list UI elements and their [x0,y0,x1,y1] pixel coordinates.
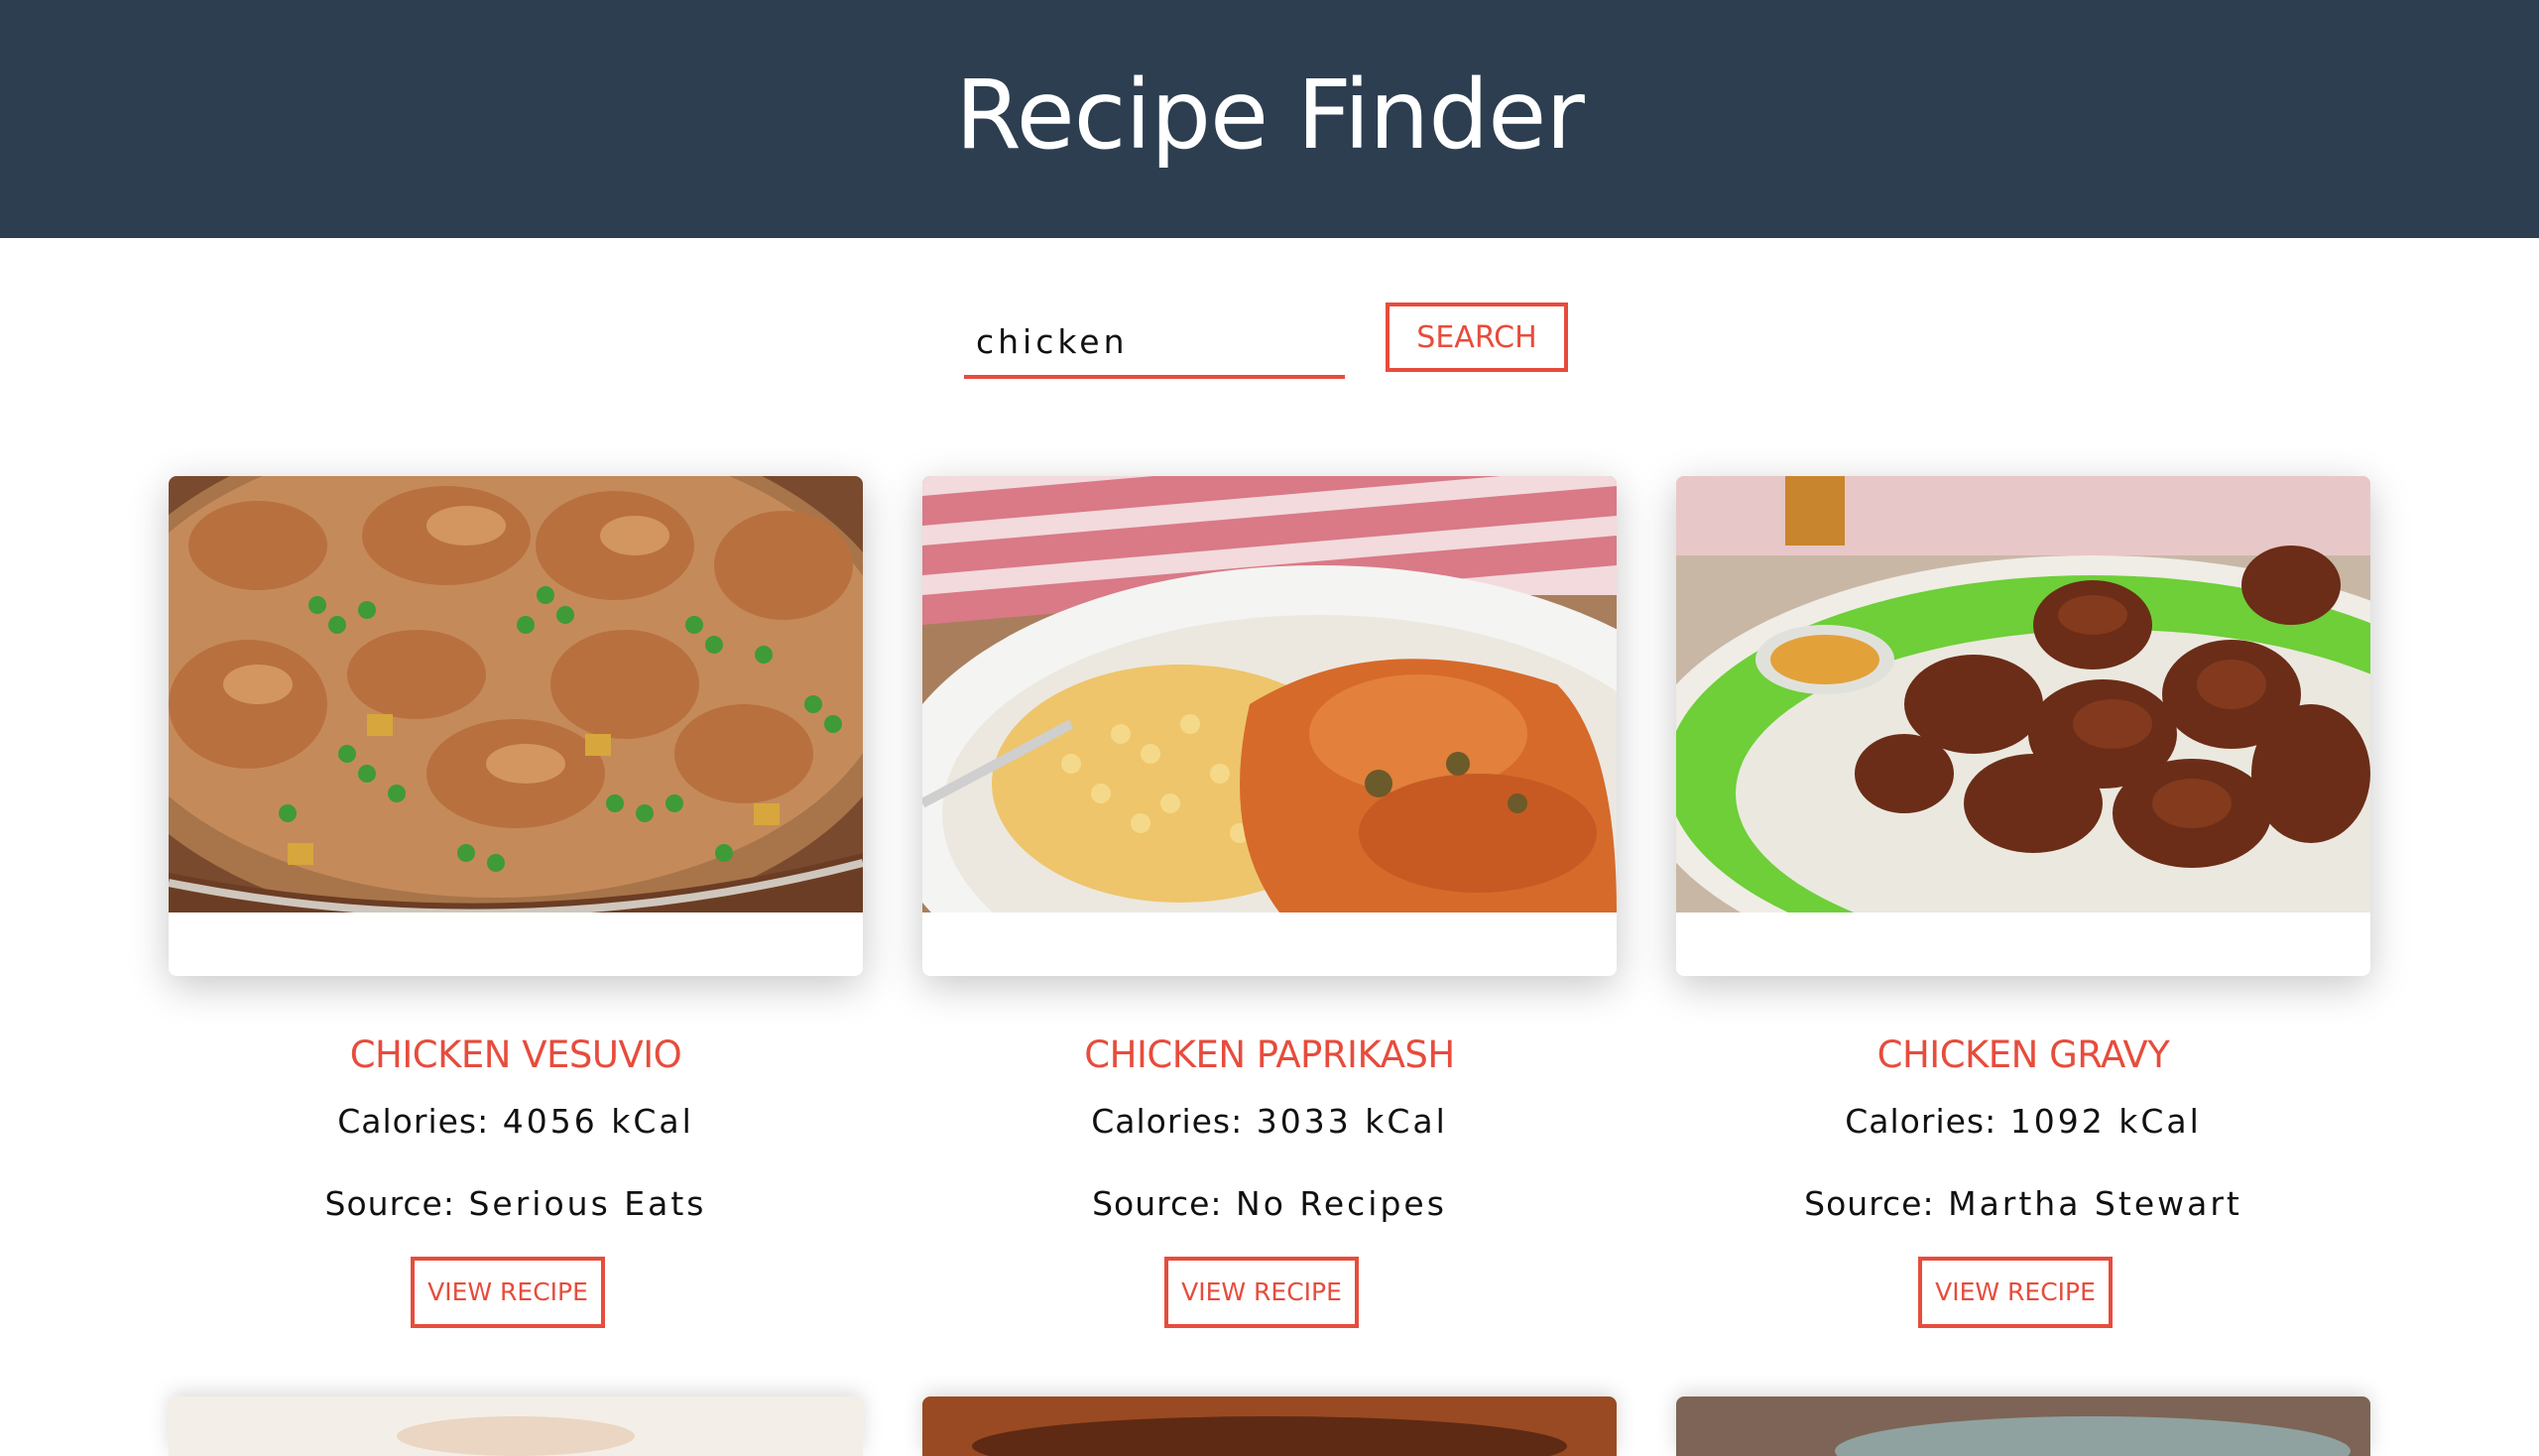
view-recipe-button[interactable]: VIEW RECIPE [1164,1257,1359,1328]
calories-value: 4056 kCal [502,1102,694,1141]
calories-value: 1092 kCal [2009,1102,2202,1141]
recipe-image [397,1416,635,1456]
calories-label: Calories: [1091,1102,1244,1141]
recipe-card-peek [169,1396,863,1456]
calories-label: Calories: [1845,1102,1997,1141]
source-value: Serious Eats [468,1184,707,1223]
recipe-card-media [169,476,863,976]
source-label: Source: [1804,1184,1935,1223]
recipe-image [922,476,1617,912]
recipe-card: CHICKEN GRAVY Calories: 1092 kCal Source… [1676,476,2370,1328]
recipe-card-peek [922,1396,1617,1456]
recipe-title: CHICKEN GRAVY [1876,1033,2170,1076]
calories-value: 3033 kCal [1256,1102,1448,1141]
search-bar: SEARCH [0,298,2539,387]
recipe-calories: Calories: 3033 kCal [922,1102,1617,1141]
app-header: Recipe Finder [0,0,2539,238]
source-label: Source: [1092,1184,1223,1223]
recipe-calories: Calories: 4056 kCal [169,1102,863,1141]
page-title: Recipe Finder [955,60,1585,171]
recipe-image [1835,1416,2351,1456]
recipe-source: Source: Martha Stewart [1676,1184,2370,1223]
view-recipe-button[interactable]: VIEW RECIPE [1918,1257,2113,1328]
recipe-image [169,476,863,912]
recipe-card: CHICKEN PAPRIKASH Calories: 3033 kCal So… [922,476,1617,1328]
recipe-card: CHICKEN VESUVIO Calories: 4056 kCal Sour… [169,476,863,1328]
search-input[interactable] [964,307,1345,379]
recipe-image [972,1416,1567,1456]
recipe-source: Source: No Recipes [922,1184,1617,1223]
recipe-card-peek [1676,1396,2370,1456]
recipe-title: CHICKEN PAPRIKASH [1084,1033,1455,1076]
recipe-source: Source: Serious Eats [169,1184,863,1223]
recipe-title: CHICKEN VESUVIO [349,1033,682,1076]
search-button[interactable]: SEARCH [1386,303,1568,372]
view-recipe-button[interactable]: VIEW RECIPE [411,1257,605,1328]
recipe-card-media [1676,476,2370,976]
recipe-image [1676,476,2370,912]
source-value: No Recipes [1236,1184,1447,1223]
source-value: Martha Stewart [1948,1184,2242,1223]
source-label: Source: [324,1184,455,1223]
recipe-calories: Calories: 1092 kCal [1676,1102,2370,1141]
recipe-card-media [922,476,1617,976]
calories-label: Calories: [337,1102,490,1141]
